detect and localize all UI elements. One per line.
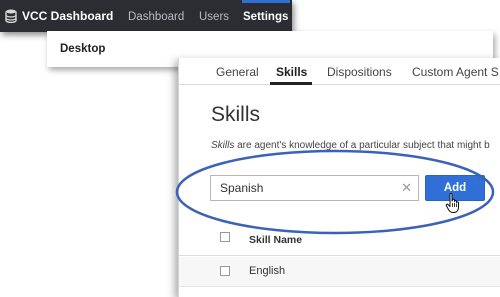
top-nav-bar: VCC Dashboard Dashboard Users Settings	[0, 0, 292, 32]
column-header-skill-name[interactable]: Skill Name	[249, 234, 302, 246]
tab-dispositions[interactable]: Dispositions	[327, 65, 392, 79]
nav-active-indicator	[242, 0, 290, 3]
skill-name-cell: English	[249, 265, 286, 277]
row-checkbox[interactable]	[220, 266, 230, 276]
nav-users[interactable]: Users	[199, 11, 229, 23]
tab-general[interactable]: General	[216, 65, 259, 79]
table-header: Skill Name	[179, 226, 500, 256]
active-tab-indicator	[270, 82, 312, 85]
select-all-checkbox[interactable]	[220, 232, 230, 242]
page-description: Skills are agent's knowledge of a partic…	[211, 140, 490, 151]
clear-icon[interactable]: ✕	[401, 180, 412, 196]
description-text: are agent's knowledge of a particular su…	[234, 140, 490, 151]
hand-pointer-icon	[445, 193, 459, 213]
skill-search-input[interactable]	[211, 176, 401, 200]
settings-tabs: General Skills Dispositions Custom Agent…	[179, 58, 500, 85]
app-title: VCC Dashboard	[22, 9, 114, 23]
nav-settings[interactable]: Settings	[243, 11, 288, 23]
tab-skills[interactable]: Skills	[276, 65, 307, 79]
table-row[interactable]: English	[179, 257, 500, 287]
nav-dashboard[interactable]: Dashboard	[128, 11, 184, 23]
page-title: Skills	[211, 103, 261, 126]
description-emphasis: Skills	[211, 140, 235, 151]
skill-search-box: ✕	[210, 175, 419, 201]
database-icon	[5, 9, 17, 23]
tab-custom-agent-status[interactable]: Custom Agent S	[412, 65, 499, 79]
skills-settings-panel: General Skills Dispositions Custom Agent…	[178, 58, 500, 297]
desktop-label[interactable]: Desktop	[60, 43, 105, 55]
